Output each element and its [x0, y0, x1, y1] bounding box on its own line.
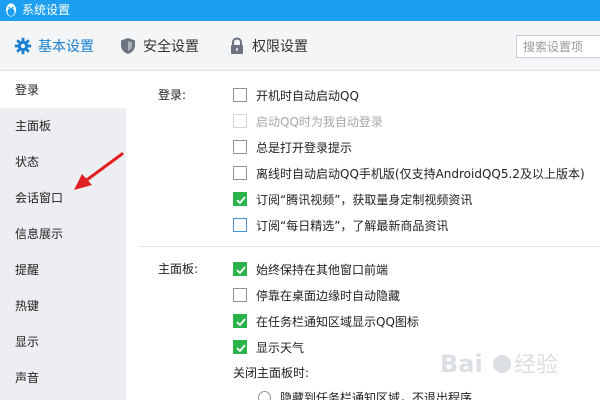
checkbox[interactable]	[233, 166, 247, 180]
option-auto-hide-edge[interactable]: 停靠在桌面边缘时自动隐藏	[233, 286, 400, 304]
search-input[interactable]	[516, 35, 600, 58]
svg-text:经验: 经验	[514, 353, 558, 378]
tab-bar: 基本设置 安全设置 权限设置	[0, 21, 600, 71]
sidebar-item-main-panel[interactable]: 主面板	[0, 108, 126, 144]
radio-button[interactable]	[258, 390, 271, 400]
option-label: 在任务栏通知区域显示QQ图标	[256, 314, 419, 329]
radio-label: 隐藏到任务栏通知区域，不退出程序	[280, 390, 473, 400]
option-show-weather[interactable]: 显示天气	[233, 338, 304, 356]
option-label: 订阅“每日精选”，了解最新商品资讯	[256, 218, 449, 233]
sidebar-item-hotkeys[interactable]: 热键	[0, 288, 126, 324]
main-panel-section-label: 主面板:	[158, 262, 199, 276]
checkbox-disabled	[233, 114, 247, 128]
tab-basic-settings[interactable]: 基本设置	[14, 35, 94, 57]
shield-icon	[121, 38, 135, 54]
red-arrow-annotation	[74, 152, 124, 190]
checkbox-checked[interactable]	[233, 340, 247, 354]
option-auto-login: 启动QQ时为我自动登录	[233, 112, 383, 130]
option-subscribe-tencent-video[interactable]: 订阅“腾讯视频”，获取量身定制视频资讯	[233, 190, 472, 208]
window-title: 系统设置	[22, 3, 71, 17]
checkbox[interactable]	[233, 288, 247, 302]
gear-icon	[14, 37, 32, 55]
option-label: 启动QQ时为我自动登录	[256, 114, 383, 129]
check-icon	[236, 196, 246, 205]
check-icon	[236, 318, 246, 327]
sidebar-item-sound[interactable]: 声音	[0, 360, 126, 396]
option-label: 总是打开登录提示	[256, 140, 353, 155]
tab-permission-settings-label: 权限设置	[252, 39, 308, 55]
tab-security-settings-label: 安全设置	[143, 39, 199, 55]
lock-icon	[231, 37, 243, 54]
checkbox[interactable]	[233, 218, 247, 232]
close-main-panel-label: 关闭主面板时:	[233, 366, 310, 380]
option-label: 停靠在桌面边缘时自动隐藏	[256, 288, 401, 303]
checkbox-checked[interactable]	[233, 314, 247, 328]
checkbox-checked[interactable]	[233, 262, 247, 276]
option-label: 显示天气	[256, 340, 305, 355]
sidebar: 登录 主面板 状态 会话窗口 信息展示 提醒 热键 显示 声音	[0, 72, 126, 400]
option-label: 离线时自动启动QQ手机版(仅支持AndroidQQ5.2及以上版本)	[256, 166, 585, 181]
option-autostart-qq[interactable]: 开机时自动启动QQ	[233, 86, 359, 104]
option-label: 始终保持在其他窗口前端	[256, 262, 389, 277]
watermark-logo: Bai 经验	[440, 350, 558, 378]
login-section-label: 登录:	[158, 88, 187, 102]
sidebar-item-reminders[interactable]: 提醒	[0, 252, 126, 288]
option-label: 开机时自动启动QQ	[256, 88, 359, 103]
tab-basic-settings-label: 基本设置	[38, 39, 94, 55]
sidebar-item-login[interactable]: 登录	[0, 72, 126, 108]
title-bar: 系统设置	[0, 0, 600, 21]
option-login-prompt[interactable]: 总是打开登录提示	[233, 138, 352, 156]
option-tray-icon[interactable]: 在任务栏通知区域显示QQ图标	[233, 312, 419, 330]
section-divider	[138, 246, 600, 247]
svg-text:Bai: Bai	[440, 350, 483, 378]
tab-permission-settings[interactable]: 权限设置	[228, 35, 308, 57]
check-icon	[236, 266, 246, 275]
option-always-on-top[interactable]: 始终保持在其他窗口前端	[233, 260, 388, 278]
option-subscribe-daily-picks[interactable]: 订阅“每日精选”，了解最新商品资讯	[233, 216, 448, 234]
checkbox[interactable]	[233, 88, 247, 102]
sidebar-item-info-display[interactable]: 信息展示	[0, 216, 126, 252]
qq-penguin-icon	[6, 3, 16, 17]
tab-security-settings[interactable]: 安全设置	[119, 35, 199, 57]
checkbox-checked[interactable]	[233, 192, 247, 206]
checkbox[interactable]	[233, 140, 247, 154]
sidebar-item-display[interactable]: 显示	[0, 324, 126, 360]
option-offline-mobile-qq[interactable]: 离线时自动启动QQ手机版(仅支持AndroidQQ5.2及以上版本)	[233, 164, 585, 182]
option-label: 订阅“腾讯视频”，获取量身定制视频资讯	[256, 192, 473, 207]
check-icon	[236, 344, 246, 353]
